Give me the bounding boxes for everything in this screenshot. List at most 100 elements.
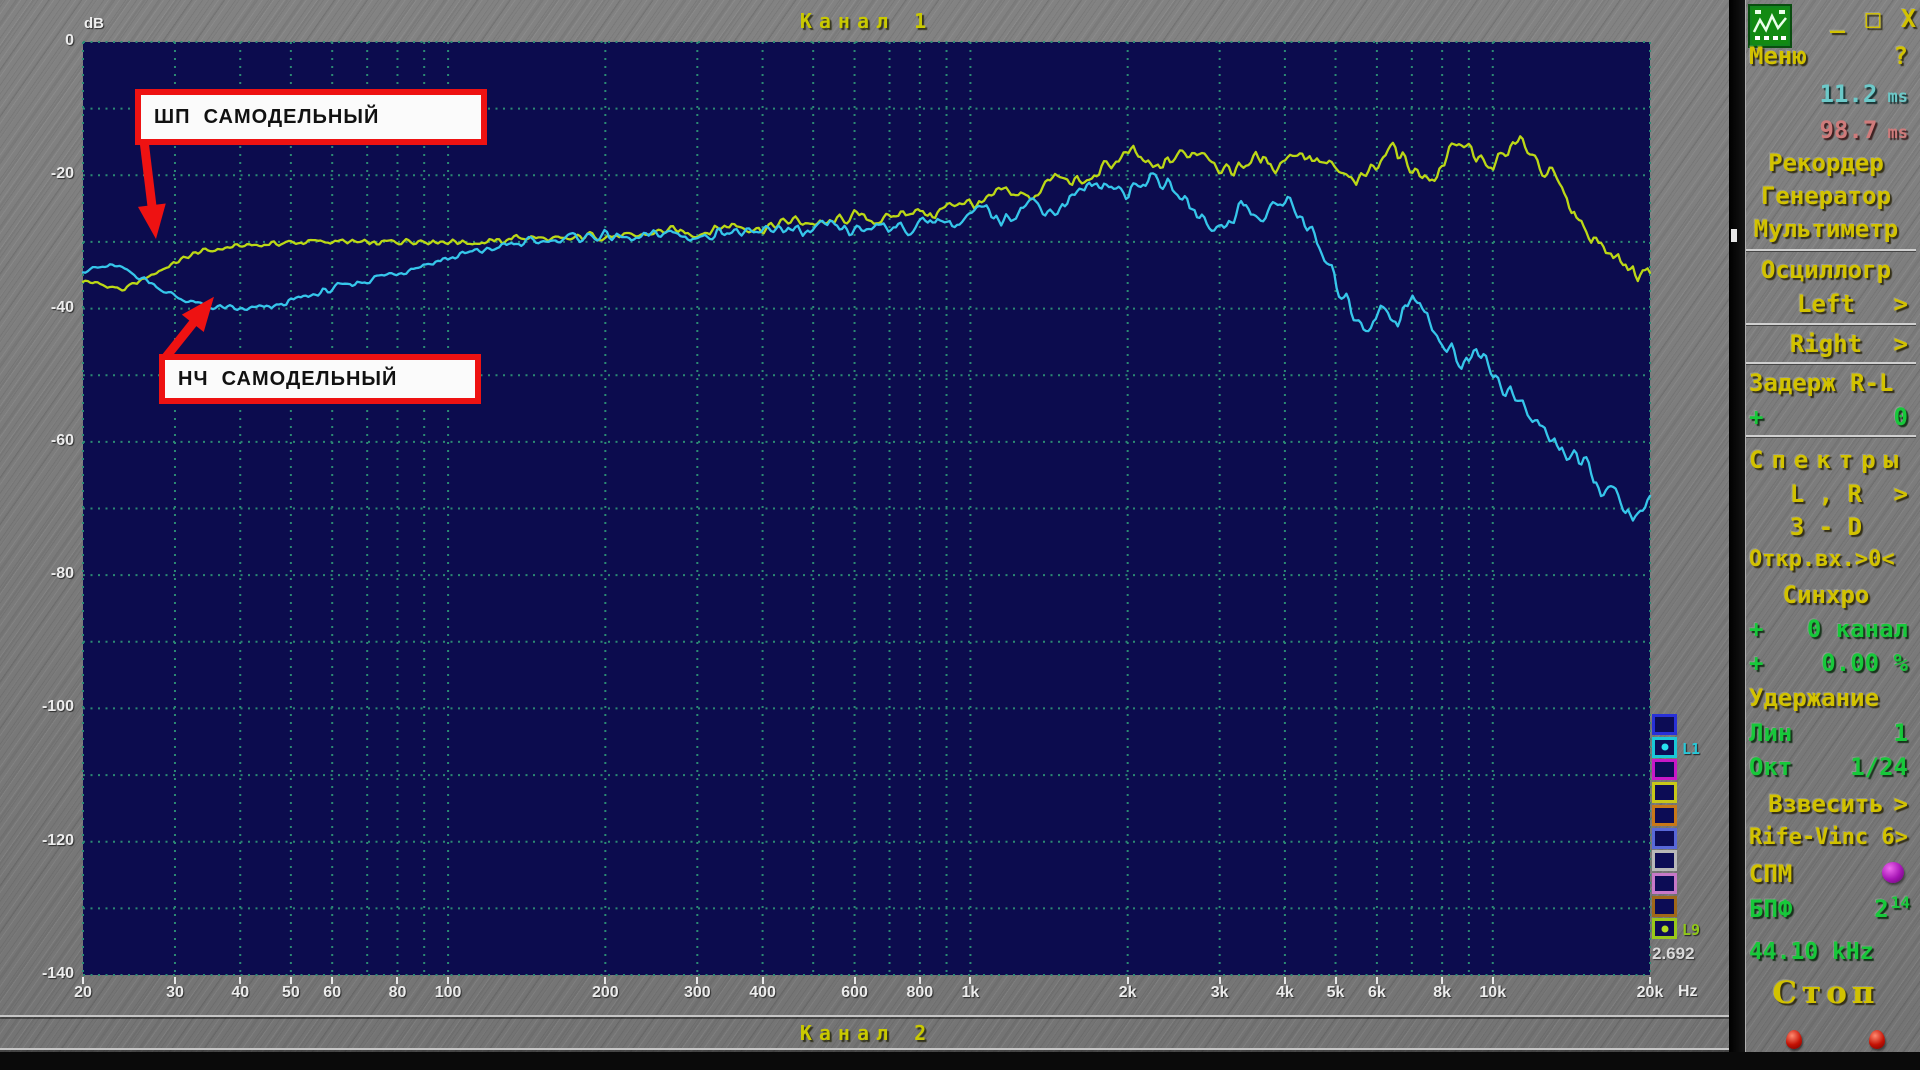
x-tick-label: 50 [281, 984, 300, 1001]
splitter-handle[interactable] [1731, 229, 1737, 242]
sample-rate-value: 44.10 kHz [1745, 939, 1918, 969]
x-tick-label: 8k [1433, 984, 1452, 1001]
legend-swatch-4[interactable] [1652, 782, 1677, 804]
status-leds [1745, 1028, 1918, 1058]
weighting-button[interactable]: Взвесить > [1745, 790, 1918, 820]
sync-button[interactable]: Синхро [1745, 581, 1918, 611]
spectra-lr-button-right-text: > [1893, 480, 1908, 508]
stop-button[interactable]: Стоп [1745, 975, 1918, 1011]
x-tick-label: 400 [749, 984, 776, 1001]
menu-button[interactable]: Меню? [1745, 42, 1918, 72]
sync-percent-value-left-text: + [1749, 649, 1764, 677]
legend-label-L1: L1 [1682, 739, 1701, 758]
left-channel-button[interactable]: Left > [1745, 290, 1918, 320]
legend-swatch-5[interactable] [1652, 804, 1677, 826]
oscillograph-button[interactable]: Осциллогр [1745, 256, 1918, 286]
right-channel-button-right-text: > [1893, 330, 1908, 358]
y-tick-label: -40 [50, 298, 74, 316]
legend-swatch-8[interactable] [1652, 872, 1677, 894]
spectra-3d-button[interactable]: 3 - D [1745, 513, 1918, 543]
x-tick-label: 2k [1118, 984, 1137, 1001]
time-readout-2: 98.7 ms [1745, 116, 1918, 146]
legend-active-dot [1661, 743, 1668, 751]
x-tick-label: 600 [841, 984, 868, 1001]
open-input-button-left-text: Откр.вх.>0< [1749, 547, 1895, 572]
sample-rate-value-left-text: 44.10 kHz [1749, 939, 1874, 965]
legend-value-readout: 2.692 [1652, 944, 1695, 963]
delay-rl-label[interactable]: Задерж R-L [1745, 369, 1918, 399]
x-tick-label: 10k [1479, 984, 1507, 1001]
octave-value[interactable]: Окт 1/24 [1745, 753, 1918, 783]
x-tick-label: 5k [1326, 984, 1345, 1001]
panel-divider [1746, 249, 1916, 252]
open-input-button[interactable]: Откр.вх.>0< [1745, 547, 1918, 577]
x-tick-mark [1218, 977, 1221, 984]
x-tick-label: 800 [906, 984, 934, 1001]
x-tick-mark [604, 977, 607, 984]
window-controls: _ □ X [1830, 4, 1916, 33]
x-tick-mark [761, 977, 764, 984]
x-tick-mark [1375, 977, 1378, 984]
divider-line [0, 1015, 1729, 1017]
x-tick-label: 1k [961, 984, 980, 1001]
y-tick-label: -80 [50, 565, 74, 583]
spm-button[interactable]: СПМ [1745, 860, 1918, 890]
maximize-button[interactable]: □ [1865, 4, 1880, 33]
legend-swatch-3[interactable] [1652, 759, 1677, 781]
y-tick-label: -120 [41, 831, 74, 849]
exponent-label: 14 [1890, 893, 1910, 912]
x-tick-mark [396, 977, 399, 984]
legend-swatch-1[interactable] [1652, 714, 1677, 735]
x-tick-label: 20k [1636, 984, 1664, 1001]
lin-average-value-right-text: 1 [1893, 719, 1908, 747]
fft-size-value[interactable]: БПФ 2 14 [1745, 893, 1918, 925]
left-channel-button-right-text: > [1893, 290, 1908, 318]
delay-rl-label-left-text: Задерж R-L [1749, 369, 1894, 397]
hold-button[interactable]: Удержание [1745, 684, 1918, 714]
multimeter-button[interactable]: Мультиметр [1745, 215, 1918, 245]
minimize-button[interactable]: _ [1830, 4, 1845, 33]
unit-label: ms [1877, 87, 1908, 107]
delay-rl-value[interactable]: +0 [1745, 403, 1918, 433]
oscillograph-button-center-text: Осциллогр [1760, 256, 1892, 284]
lin-average-value[interactable]: Лин 1 [1745, 719, 1918, 749]
legend-swatch-9[interactable] [1652, 895, 1677, 917]
x-tick-label: 4k [1275, 984, 1294, 1001]
stop-button-center-text: Стоп [1772, 975, 1880, 1011]
x-tick-mark [1126, 977, 1129, 984]
spectra-lr-button[interactable]: L , R > [1745, 480, 1918, 510]
sync-channel-value-right-text: 0 канал [1806, 615, 1908, 643]
splitter-scrollbar[interactable] [1729, 0, 1745, 1052]
right-channel-button[interactable]: Right > [1745, 330, 1918, 360]
generator-button[interactable]: Генератор [1745, 182, 1918, 212]
y-tick-label: -100 [41, 698, 74, 716]
x-axis-unit-label: Hz [1678, 983, 1698, 1000]
spectrum-analyzer-window: Канал 1 dB Hz 0 -20 -40 -60 -80 -100 -120 -140 … [0, 0, 1920, 1070]
y-tick-label: 0 [65, 32, 74, 49]
channel-2-title: Канал 2 [799, 1021, 934, 1045]
x-tick-mark [1283, 977, 1286, 984]
legend-swatch-2[interactable] [1652, 736, 1677, 758]
y-axis-unit-label: dB [84, 15, 104, 32]
legend-swatch-7[interactable] [1652, 850, 1677, 872]
y-tick-label: -140 [41, 965, 74, 982]
x-tick-label: 100 [434, 984, 462, 1001]
x-tick-mark [239, 977, 242, 984]
spectrum-plot-background [83, 42, 1650, 975]
sync-channel-value[interactable]: +0 канал [1745, 615, 1918, 645]
recorder-button[interactable]: Рекордер [1745, 149, 1918, 179]
close-button[interactable]: X [1901, 4, 1916, 33]
channel-1-title: Канал 1 [799, 9, 934, 33]
rife-vinc-button[interactable]: Rife-Vinc 6> [1745, 825, 1918, 855]
legend-swatch-10[interactable] [1652, 918, 1677, 940]
panel-divider [1746, 323, 1916, 326]
time-readout-2-right-text: 98.7 ms [1819, 116, 1908, 144]
sync-percent-value[interactable]: +0.00 % [1745, 649, 1918, 679]
time-readout-1: 11.2 ms [1745, 80, 1918, 110]
legend-swatch-6[interactable] [1652, 827, 1677, 849]
legend-active-dot [1661, 925, 1668, 933]
y-tick-label: -20 [50, 165, 74, 183]
spectra-label[interactable]: Спектры [1745, 446, 1918, 476]
x-tick-label: 30 [166, 984, 184, 1001]
x-tick-mark [1491, 977, 1494, 984]
